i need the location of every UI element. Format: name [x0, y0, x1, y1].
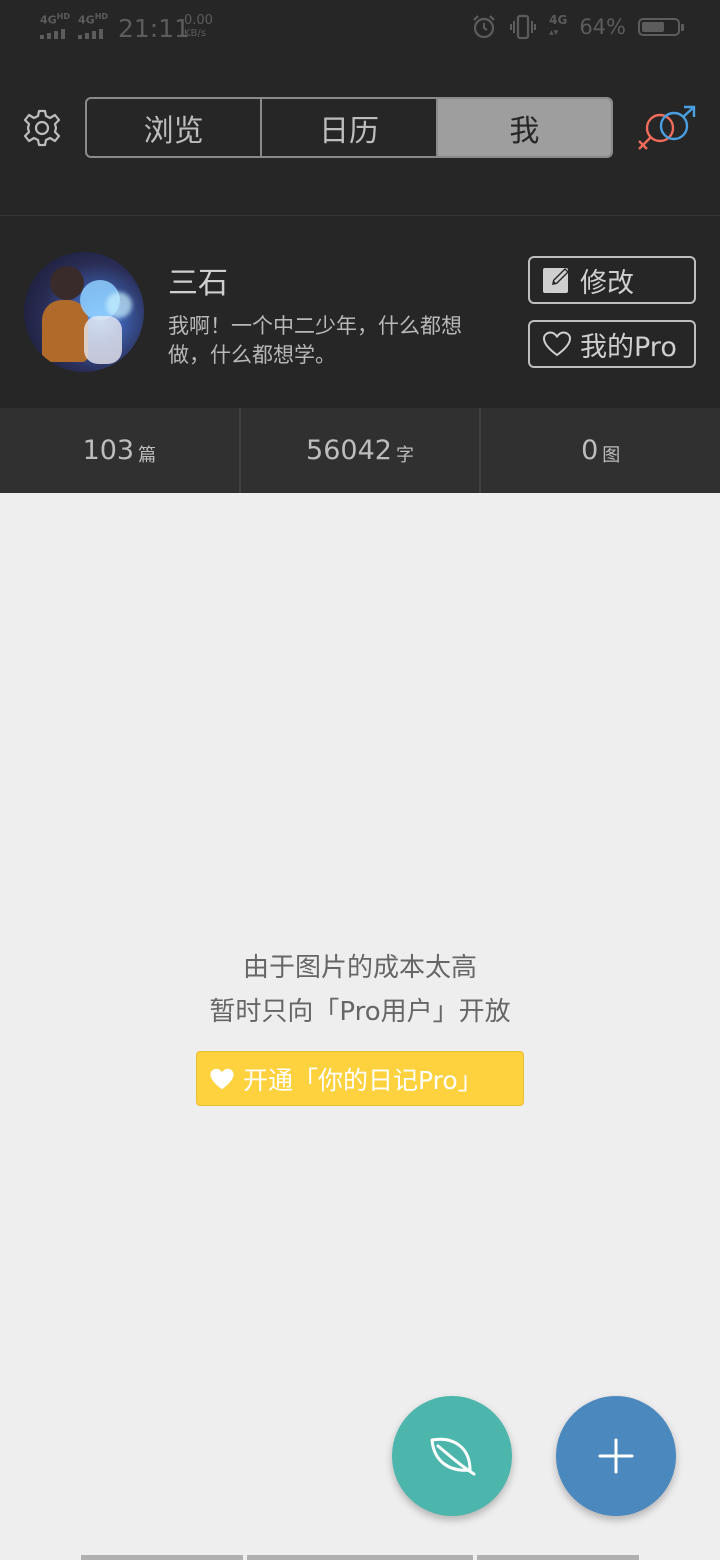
my-pro-button[interactable]: 我的Pro	[528, 320, 696, 368]
clock: 21:11	[118, 14, 191, 43]
status-icons: 4G ▴▾ 64%	[471, 13, 684, 40]
stat-words[interactable]: 56042 字	[241, 408, 482, 493]
empty-message-line2: 暂时只向「Pro用户」开放	[209, 997, 511, 1027]
heart-icon	[210, 1068, 234, 1089]
tab-me[interactable]: 我	[437, 99, 611, 156]
main-tabs: 浏览 日历 我	[85, 97, 613, 158]
gender-icon	[638, 105, 696, 150]
heart-outline-icon	[542, 331, 572, 357]
profile-name: 三石	[168, 266, 228, 301]
gender-button[interactable]	[634, 104, 698, 154]
nav-hint-left	[81, 1555, 243, 1560]
status-bar: 4GHD 4GHD 21:11 0.00 KB/s 4G ▴▾ 64%	[0, 0, 720, 58]
plus-icon	[598, 1438, 634, 1474]
signal-2: 4GHD	[78, 12, 108, 39]
open-pro-button[interactable]: 开通「你的日记Pro」	[196, 1051, 524, 1106]
nav-hint-right	[477, 1555, 639, 1560]
empty-message-line1: 由于图片的成本太高	[242, 953, 477, 983]
leaf-icon	[430, 1437, 476, 1476]
settings-button[interactable]	[22, 108, 62, 148]
edit-profile-button[interactable]: 修改	[528, 256, 696, 304]
tab-calendar[interactable]: 日历	[262, 99, 438, 156]
stat-images[interactable]: 0图	[481, 408, 720, 493]
leaf-button[interactable]	[392, 1396, 512, 1516]
alarm-icon	[473, 15, 495, 39]
avatar[interactable]	[24, 252, 144, 372]
tab-browse[interactable]: 浏览	[87, 99, 263, 156]
signal-bars-icon	[78, 28, 108, 39]
battery-percent: 64%	[579, 15, 626, 39]
network-4g: 4G ▴▾	[549, 13, 568, 38]
signal-1: 4GHD	[40, 12, 70, 39]
edit-icon	[543, 268, 569, 293]
header-divider	[0, 215, 720, 216]
gear-icon	[23, 109, 61, 147]
signal-bars-icon	[40, 28, 70, 39]
empty-message: 由于图片的成本太高 暂时只向「Pro用户」开放	[0, 946, 720, 1034]
stat-entries[interactable]: 103 篇	[0, 408, 241, 493]
vibrate-icon	[510, 14, 537, 40]
stats-bar: 103 篇 56042 字 0图	[0, 408, 720, 493]
network-speed: 0.00 KB/s	[184, 13, 213, 39]
add-entry-button[interactable]	[556, 1396, 676, 1516]
battery-icon	[638, 18, 684, 36]
profile-bio: 我啊！一个中二少年，什么都想做，什么都想学。	[168, 314, 462, 367]
nav-hint-center	[247, 1555, 473, 1560]
